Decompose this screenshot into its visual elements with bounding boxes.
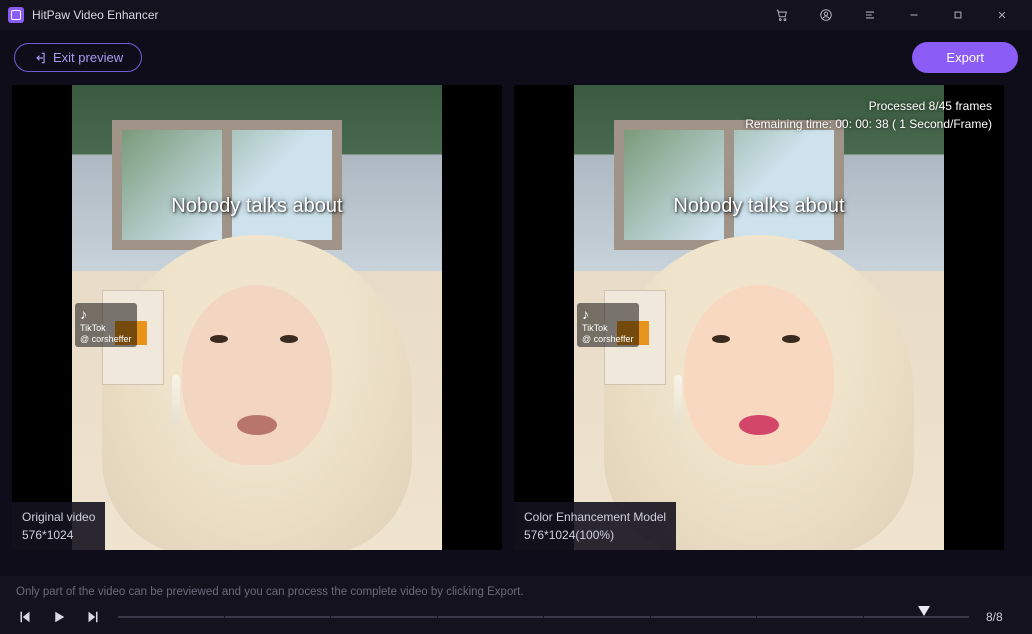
original-caption: Nobody talks about [171, 195, 342, 218]
timeline-marker-icon[interactable] [918, 606, 930, 616]
export-button[interactable]: Export [912, 42, 1018, 73]
enhanced-label-title: Color Enhancement Model [524, 508, 666, 526]
app-title: HitPaw Video Enhancer [32, 8, 159, 22]
timeline-slider[interactable] [118, 610, 970, 624]
watermark-user: @ corsheffer [582, 334, 634, 344]
original-label-resolution: 576*1024 [22, 526, 95, 544]
enhanced-panel-label: Color Enhancement Model 576*1024(100%) [514, 502, 676, 550]
exit-preview-label: Exit preview [53, 50, 123, 65]
original-label-title: Original video [22, 508, 95, 526]
enhanced-video-panel: Nobody talks about ♪ TikTok @ corsheffer… [514, 85, 1004, 550]
enhanced-video-frame: Nobody talks about ♪ TikTok @ corsheffer [574, 85, 944, 550]
menu-icon[interactable] [848, 0, 892, 30]
watermark-user: @ corsheffer [80, 334, 132, 344]
close-icon[interactable] [980, 0, 1024, 30]
play-button[interactable] [50, 608, 68, 626]
enhanced-caption: Nobody talks about [673, 195, 844, 218]
cart-icon[interactable] [760, 0, 804, 30]
next-frame-button[interactable] [84, 608, 102, 626]
tiktok-logo-icon: ♪ [80, 306, 132, 323]
original-video-panel: Nobody talks about ♪ TikTok @ corsheffer… [12, 85, 502, 550]
footer: Only part of the video can be previewed … [0, 576, 1032, 634]
preview-panels: Nobody talks about ♪ TikTok @ corsheffer… [12, 85, 1020, 550]
frame-counter: 8/8 [986, 610, 1016, 624]
watermark-badge: ♪ TikTok @ corsheffer [577, 303, 639, 347]
status-remaining: Remaining time: 00: 00: 38 ( 1 Second/Fr… [745, 115, 992, 133]
preview-toolbar: Exit preview Export [12, 42, 1020, 73]
playback-controls: 8/8 [16, 608, 1016, 626]
preview-hint: Only part of the video can be previewed … [16, 586, 1016, 598]
watermark-badge: ♪ TikTok @ corsheffer [75, 303, 137, 347]
original-video-frame: Nobody talks about ♪ TikTok @ corsheffer [72, 85, 442, 550]
enhanced-label-resolution: 576*1024(100%) [524, 526, 666, 544]
tiktok-logo-icon: ♪ [582, 306, 634, 323]
watermark-brand: TikTok [582, 323, 608, 333]
title-bar: HitPaw Video Enhancer [0, 0, 1032, 30]
minimize-icon[interactable] [892, 0, 936, 30]
processing-status: Processed 8/45 frames Remaining time: 00… [745, 97, 992, 133]
prev-frame-button[interactable] [16, 608, 34, 626]
account-icon[interactable] [804, 0, 848, 30]
app-logo-icon [8, 7, 24, 23]
status-processed: Processed 8/45 frames [745, 97, 992, 115]
watermark-brand: TikTok [80, 323, 106, 333]
original-panel-label: Original video 576*1024 [12, 502, 105, 550]
maximize-icon[interactable] [936, 0, 980, 30]
exit-preview-button[interactable]: Exit preview [14, 43, 142, 72]
